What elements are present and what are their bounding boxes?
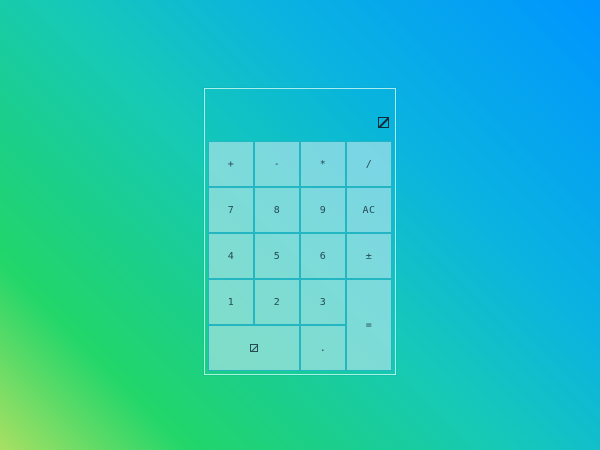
sign-toggle-button[interactable]: ± — [346, 233, 392, 279]
add-button[interactable]: + — [208, 141, 254, 187]
digit-9-button[interactable]: 9 — [300, 187, 346, 233]
digit-2-button[interactable]: 2 — [254, 279, 300, 325]
digit-0-button[interactable]: 0 — [208, 325, 300, 371]
subtract-button[interactable]: - — [254, 141, 300, 187]
decimal-button[interactable]: . — [300, 325, 346, 371]
equals-button[interactable]: = — [346, 279, 392, 371]
digit-6-button[interactable]: 6 — [300, 233, 346, 279]
display-zero-glyph — [378, 117, 389, 128]
calculator: 0 + - * / 7 8 9 AC 4 5 6 ± 1 2 3 = 0 . — [204, 88, 396, 375]
display-value: 0 — [378, 115, 389, 131]
digit-7-button[interactable]: 7 — [208, 187, 254, 233]
digit-4-button[interactable]: 4 — [208, 233, 254, 279]
digit-8-button[interactable]: 8 — [254, 187, 300, 233]
divide-button[interactable]: / — [346, 141, 392, 187]
multiply-button[interactable]: * — [300, 141, 346, 187]
clear-button[interactable]: AC — [346, 187, 392, 233]
display: 0 — [205, 89, 395, 141]
keypad: + - * / 7 8 9 AC 4 5 6 ± 1 2 3 = 0 . — [208, 141, 392, 371]
digit-1-button[interactable]: 1 — [208, 279, 254, 325]
zero-glyph-icon — [250, 344, 258, 352]
digit-5-button[interactable]: 5 — [254, 233, 300, 279]
digit-3-button[interactable]: 3 — [300, 279, 346, 325]
